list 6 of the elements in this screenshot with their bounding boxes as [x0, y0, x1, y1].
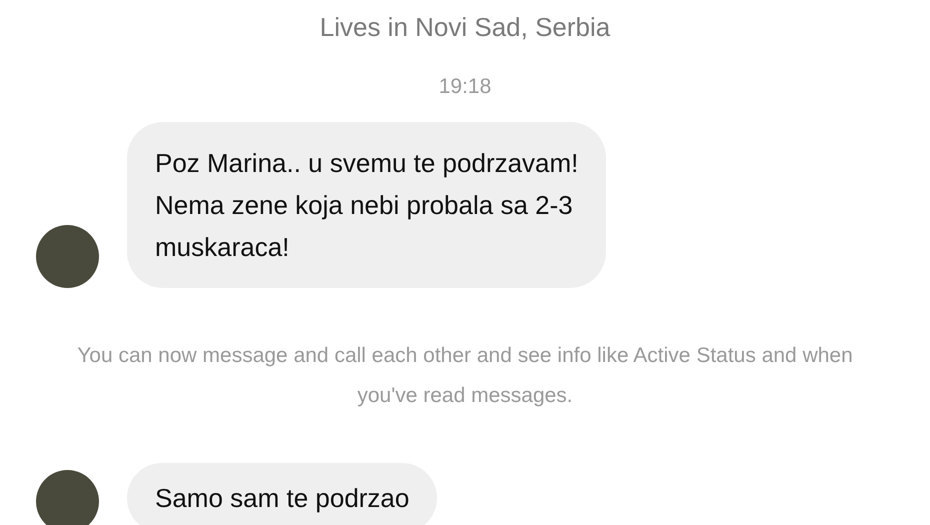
avatar-photo[interactable]: [36, 470, 99, 525]
profile-location: Lives in Novi Sad, Serbia: [320, 11, 610, 44]
message-bubble: Poz Marina.. u svemu te podrzavam! Nema zene koja nebi probala sa 2-3 muskaraca!: [127, 122, 606, 288]
message-timestamp: 19:18: [438, 74, 492, 100]
message-bubble: Samo sam te podrzao: [127, 463, 438, 525]
system-notice: You can now message and call each other and see info like Active Status and when you've read messages.: [76, 343, 854, 409]
